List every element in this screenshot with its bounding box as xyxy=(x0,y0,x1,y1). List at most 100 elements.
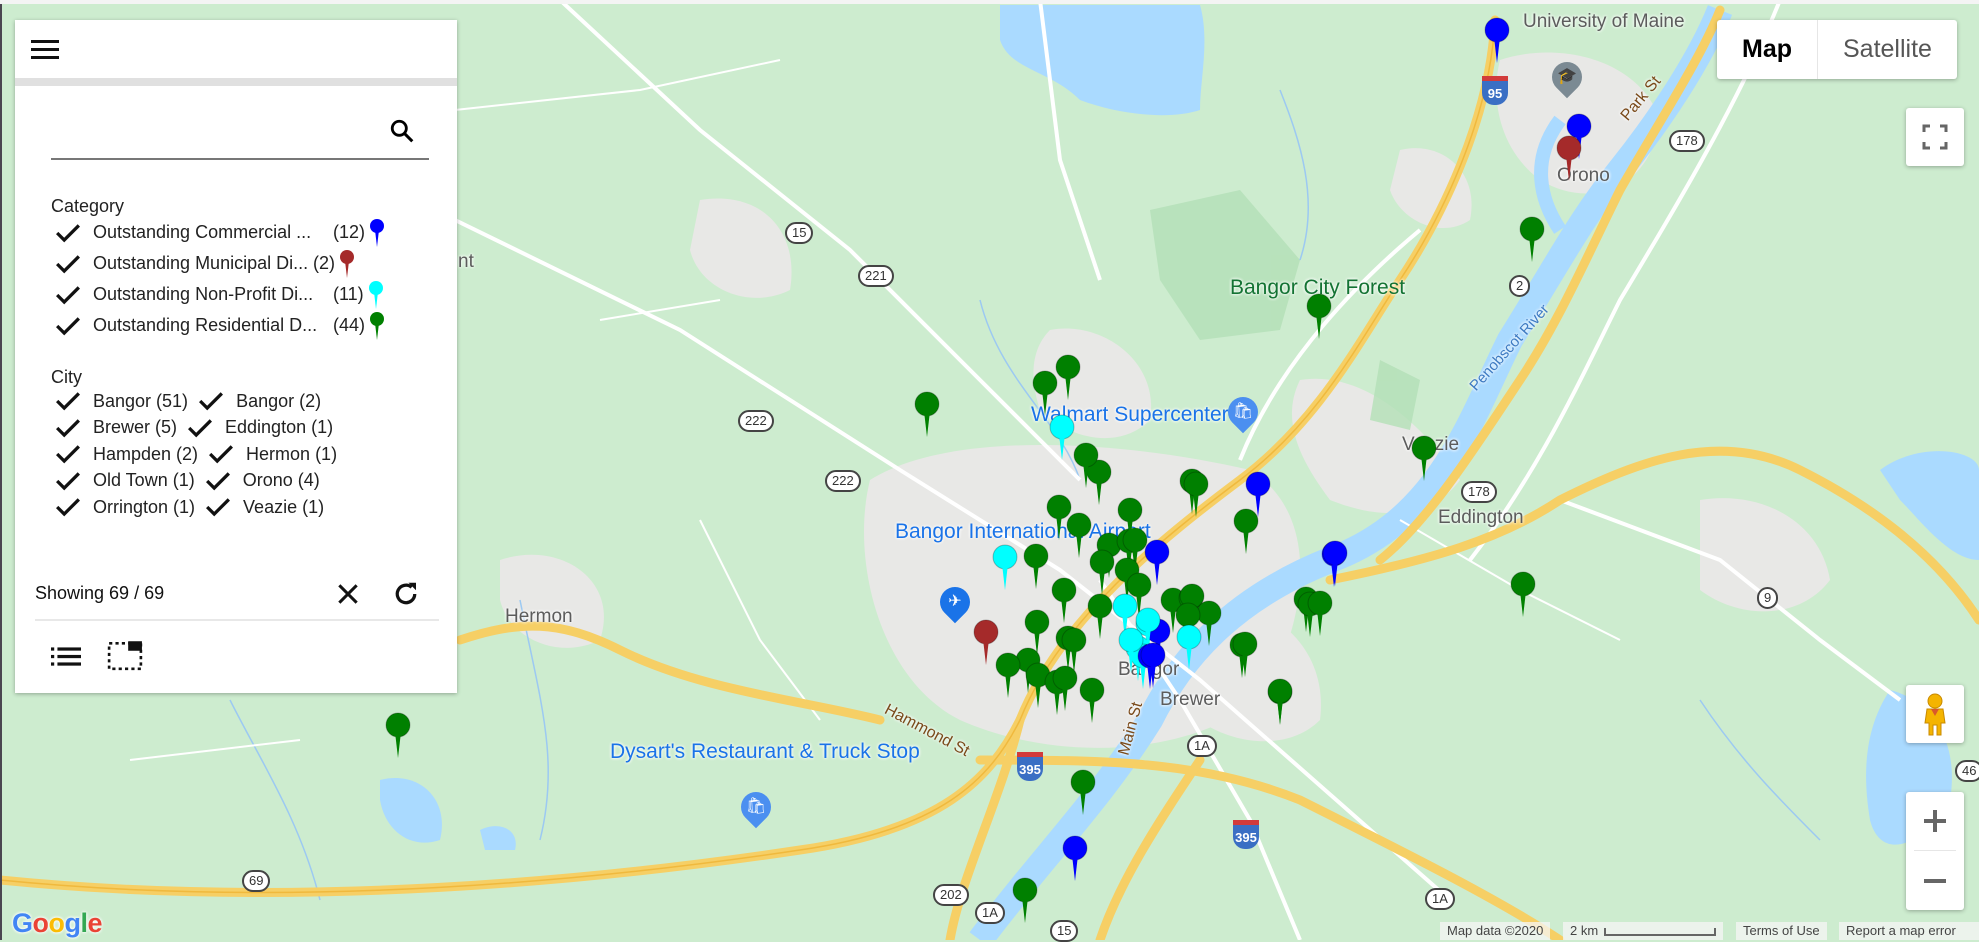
category-heading: Category xyxy=(51,196,125,216)
terms-link[interactable]: Terms of Use xyxy=(1736,922,1827,940)
city-item[interactable]: Bangor (51) xyxy=(55,391,188,412)
city-item[interactable]: Hampden (2) xyxy=(55,444,198,465)
close-icon[interactable] xyxy=(335,581,361,607)
airport-poi-icon[interactable]: ✈ xyxy=(933,580,977,624)
nonprofit-marker[interactable] xyxy=(1176,624,1202,670)
city-item[interactable]: Veazie (1) xyxy=(205,497,324,518)
route-shield-202: 202 xyxy=(933,884,969,906)
residential-marker[interactable] xyxy=(1012,877,1038,923)
route-shield-i95: 95 xyxy=(1482,76,1508,105)
check-icon[interactable] xyxy=(55,254,81,274)
panel-footer xyxy=(15,621,457,693)
municipal-marker[interactable] xyxy=(1556,135,1582,181)
zoom-in-button[interactable] xyxy=(1906,792,1964,850)
city-item[interactable]: Eddington (1) xyxy=(187,417,333,438)
residential-marker[interactable] xyxy=(1073,442,1099,488)
check-icon[interactable] xyxy=(187,418,213,438)
search-icon[interactable] xyxy=(389,118,415,144)
label-university-of-maine: University of Maine xyxy=(1523,11,1685,32)
check-icon[interactable] xyxy=(55,316,81,336)
check-icon[interactable] xyxy=(55,471,81,491)
check-icon[interactable] xyxy=(55,418,81,438)
city-item[interactable]: Old Town (1) xyxy=(55,470,195,491)
commercial-marker[interactable] xyxy=(1322,540,1348,586)
city-item[interactable]: Bangor (2) xyxy=(198,391,321,412)
check-icon[interactable] xyxy=(208,444,234,464)
city-item[interactable]: Brewer (5) xyxy=(55,417,177,438)
residential-marker[interactable] xyxy=(1117,497,1143,543)
category-list: Outstanding Commercial ... (12) Outstand… xyxy=(15,217,457,341)
residential-marker[interactable] xyxy=(1079,677,1105,723)
city-row: Old Town (1) Orono (4) xyxy=(55,468,457,495)
check-icon[interactable] xyxy=(55,223,81,243)
map-type-map-button[interactable]: Map xyxy=(1717,20,1818,79)
residential-marker[interactable] xyxy=(1055,354,1081,400)
search-box xyxy=(51,108,429,160)
university-poi-icon[interactable]: 🎓 xyxy=(1545,55,1589,99)
residential-marker[interactable] xyxy=(1306,293,1332,339)
city-row: Brewer (5) Eddington (1) xyxy=(55,415,457,442)
city-label: Orono (4) xyxy=(242,470,320,491)
residential-marker[interactable] xyxy=(1070,769,1096,815)
residential-marker[interactable] xyxy=(385,712,411,758)
city-item[interactable]: Orono (4) xyxy=(205,470,320,491)
panel-header xyxy=(15,20,457,86)
city-item[interactable]: Orrington (1) xyxy=(55,497,195,518)
nonprofit-marker[interactable] xyxy=(1049,414,1075,460)
nonprofit-marker[interactable] xyxy=(1118,627,1144,673)
map-type-satellite-button[interactable]: Satellite xyxy=(1818,20,1957,79)
category-item[interactable]: Outstanding Commercial ... (12) xyxy=(55,217,457,248)
residential-marker[interactable] xyxy=(1051,577,1077,623)
refresh-icon[interactable] xyxy=(391,579,421,609)
search-input[interactable] xyxy=(51,114,355,150)
residential-marker[interactable] xyxy=(1510,571,1536,617)
city-label: Hermon (1) xyxy=(246,443,338,464)
category-item[interactable]: Outstanding Residential D... (44) xyxy=(55,310,457,341)
google-logo[interactable]: Google xyxy=(12,908,103,939)
residential-marker[interactable] xyxy=(1267,678,1293,724)
category-item[interactable]: Outstanding Non-Profit Di... (11) xyxy=(55,279,457,310)
commercial-marker[interactable] xyxy=(1062,835,1088,881)
label-eddington: Eddington xyxy=(1438,507,1524,528)
residential-marker[interactable] xyxy=(1519,216,1545,262)
filter-panel: Category Outstanding Commercial ... (12)… xyxy=(15,20,457,693)
report-error-link[interactable]: Report a map error xyxy=(1839,922,1979,940)
check-icon[interactable] xyxy=(198,391,224,411)
residential-marker[interactable] xyxy=(1232,631,1258,677)
category-count: (44) xyxy=(333,315,366,335)
residential-marker[interactable] xyxy=(1233,508,1259,554)
municipal-marker[interactable] xyxy=(973,619,999,665)
city-label: Veazie (1) xyxy=(243,496,325,517)
list-icon[interactable] xyxy=(51,643,81,669)
shopping-poi-icon[interactable]: 🛍 xyxy=(734,785,778,829)
category-count: (11) xyxy=(333,284,364,304)
residential-marker[interactable] xyxy=(1023,543,1049,589)
check-icon[interactable] xyxy=(55,444,81,464)
residential-marker[interactable] xyxy=(1087,593,1113,639)
city-item[interactable]: Hermon (1) xyxy=(208,444,337,465)
residential-marker[interactable] xyxy=(1307,590,1333,636)
menu-icon[interactable] xyxy=(31,40,59,60)
residential-marker[interactable] xyxy=(1183,471,1209,517)
zoom-out-button[interactable] xyxy=(1906,852,1964,910)
residential-marker[interactable] xyxy=(1052,665,1078,711)
window-edge xyxy=(0,0,2,940)
route-shield-i395: 395 xyxy=(1017,752,1043,781)
residential-marker[interactable] xyxy=(1089,549,1115,595)
shopping-poi-icon[interactable]: 🛍 xyxy=(1221,390,1265,434)
scale-indicator[interactable]: 2 km xyxy=(1563,922,1724,940)
residential-marker[interactable] xyxy=(914,391,940,437)
category-item[interactable]: Outstanding Municipal Di... (2) xyxy=(55,248,457,279)
check-icon[interactable] xyxy=(55,497,81,517)
street-view-pegman[interactable] xyxy=(1906,685,1964,743)
select-area-icon[interactable] xyxy=(107,639,143,671)
nonprofit-marker[interactable] xyxy=(992,544,1018,590)
fullscreen-button[interactable] xyxy=(1906,108,1964,166)
check-icon[interactable] xyxy=(55,391,81,411)
commercial-marker[interactable] xyxy=(1484,17,1510,63)
check-icon[interactable] xyxy=(55,285,81,305)
red-marker-icon xyxy=(340,249,354,278)
check-icon[interactable] xyxy=(205,471,231,491)
residential-marker[interactable] xyxy=(1411,435,1437,481)
check-icon[interactable] xyxy=(205,497,231,517)
